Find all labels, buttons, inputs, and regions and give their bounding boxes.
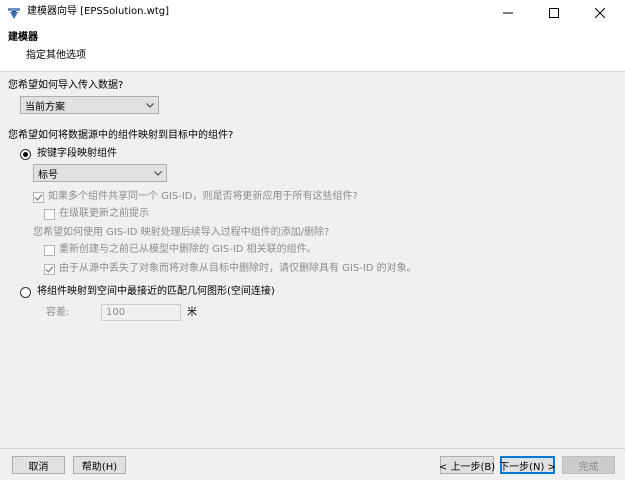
radio-spatial[interactable] bbox=[20, 286, 31, 298]
close-button[interactable] bbox=[577, 0, 623, 26]
radio-spatial-option[interactable]: 将组件映射到空间中最接近的匹配几何图形(空间连接) bbox=[20, 286, 275, 298]
delete-missing-checkbox[interactable] bbox=[44, 263, 55, 275]
page-title: 建模器 bbox=[8, 32, 38, 43]
key-field-value: 标号 bbox=[38, 169, 58, 181]
chevron-down-icon bbox=[142, 97, 158, 113]
close-icon bbox=[595, 8, 605, 18]
cascade-prompt-label: 在级联更新之前提示 bbox=[59, 208, 149, 219]
minimize-icon bbox=[503, 12, 513, 14]
cascade-prompt-checkbox[interactable] bbox=[44, 208, 55, 220]
title-bar: 建模器向导 [EPSSolution.wtg] bbox=[0, 0, 625, 26]
tolerance-input[interactable]: 100 bbox=[101, 304, 181, 321]
import-question: 您希望如何导入传入数据? bbox=[8, 80, 124, 91]
share-gisid-option[interactable]: 如果多个组件共享同一个 GIS-ID，则是否将更新应用于所有这些组件? bbox=[33, 191, 358, 203]
minimize-button[interactable] bbox=[485, 0, 531, 26]
help-button[interactable]: 帮助(H) bbox=[73, 456, 126, 474]
tolerance-unit: 米 bbox=[187, 307, 197, 318]
tolerance-value: 100 bbox=[106, 307, 126, 318]
delete-missing-option[interactable]: 由于从源中丢失了对象而将对象从目标中删除时，请仅删除具有 GIS-ID 的对象。 bbox=[44, 263, 417, 275]
share-gisid-checkbox[interactable] bbox=[33, 191, 44, 203]
footer-separator bbox=[0, 448, 625, 449]
recreate-checkbox[interactable] bbox=[44, 244, 55, 256]
import-mode-value: 当前方案 bbox=[25, 101, 65, 113]
import-mode-select[interactable]: 当前方案 bbox=[20, 96, 159, 114]
gisid-question: 您希望如何使用 GIS-ID 映射处理后续导入过程中组件的添加/删除? bbox=[33, 227, 330, 238]
window-title: 建模器向导 [EPSSolution.wtg] bbox=[27, 6, 170, 17]
cascade-prompt-option[interactable]: 在级联更新之前提示 bbox=[44, 208, 149, 220]
radio-key-field[interactable] bbox=[20, 148, 31, 160]
maximize-icon bbox=[549, 8, 559, 18]
radio-spatial-label: 将组件映射到空间中最接近的匹配几何图形(空间连接) bbox=[37, 286, 275, 297]
recreate-option[interactable]: 重新创建与之前已从模型中删除的 GIS-ID 相关联的组件。 bbox=[44, 244, 317, 256]
mapping-question: 您希望如何将数据源中的组件映射到目标中的组件? bbox=[8, 130, 234, 141]
page-subtitle: 指定其他选项 bbox=[26, 50, 86, 61]
checkmark-icon bbox=[45, 265, 54, 273]
next-button[interactable]: 下一步(N) > bbox=[499, 456, 556, 474]
chevron-down-icon bbox=[150, 165, 166, 181]
share-gisid-label: 如果多个组件共享同一个 GIS-ID，则是否将更新应用于所有这些组件? bbox=[48, 191, 358, 202]
delete-missing-label: 由于从源中丢失了对象而将对象从目标中删除时，请仅删除具有 GIS-ID 的对象。 bbox=[59, 263, 417, 274]
recreate-label: 重新创建与之前已从模型中删除的 GIS-ID 相关联的组件。 bbox=[59, 244, 317, 255]
modeler-icon bbox=[7, 6, 21, 20]
back-button[interactable]: < 上一步(B) bbox=[439, 456, 495, 474]
radio-key-field-label: 按键字段映射组件 bbox=[37, 148, 117, 159]
tolerance-label: 容差: bbox=[46, 307, 70, 318]
radio-key-field-option[interactable]: 按键字段映射组件 bbox=[20, 148, 117, 160]
cancel-button[interactable]: 取消 bbox=[12, 456, 65, 474]
checkmark-icon bbox=[34, 193, 43, 201]
key-field-select[interactable]: 标号 bbox=[33, 164, 167, 182]
maximize-button[interactable] bbox=[531, 0, 577, 26]
finish-button[interactable]: 完成 bbox=[562, 456, 615, 474]
wizard-header: 建模器 指定其他选项 bbox=[0, 26, 625, 72]
